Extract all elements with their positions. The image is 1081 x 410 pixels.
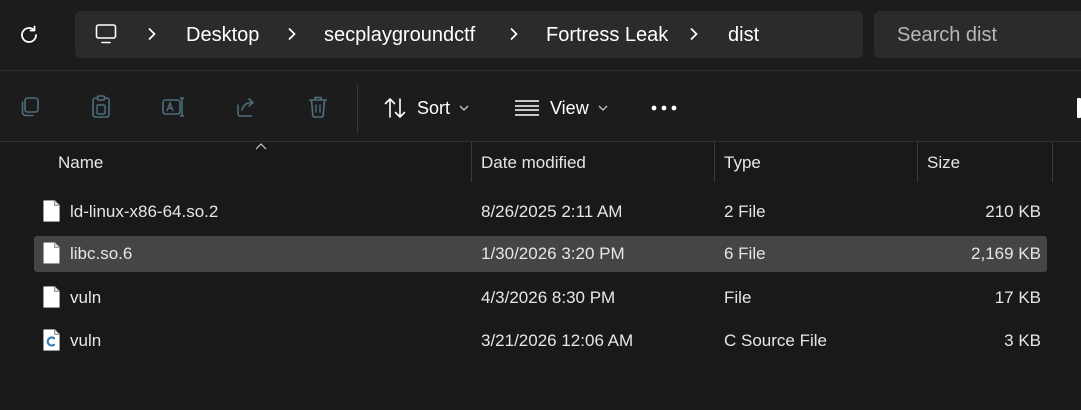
clipboard-icon bbox=[92, 95, 110, 118]
copy-button[interactable] bbox=[17, 94, 43, 120]
file-row[interactable]: vuln 4/3/2026 8:30 PM File 17 KB bbox=[34, 280, 1047, 316]
divider bbox=[0, 141, 1081, 142]
breadcrumb-dist[interactable]: dist bbox=[728, 23, 759, 47]
address-bar[interactable]: Desktop secplaygroundctf Fortress Leak d… bbox=[75, 11, 863, 58]
more-icon bbox=[651, 105, 677, 111]
file-icon bbox=[43, 200, 60, 222]
file-row[interactable]: ld-linux-x86-64.so.2 8/26/2025 2:11 AM 2… bbox=[34, 194, 1047, 230]
sort-ascending-icon bbox=[255, 143, 267, 150]
file-icon bbox=[43, 286, 60, 308]
column-header-name[interactable]: Name bbox=[58, 153, 103, 173]
this-pc-icon[interactable] bbox=[94, 22, 118, 46]
copy-icon bbox=[21, 97, 39, 117]
column-divider[interactable] bbox=[917, 142, 918, 182]
file-size: 3 KB bbox=[1004, 331, 1041, 350]
column-divider[interactable] bbox=[714, 142, 715, 182]
file-type: 2 File bbox=[724, 202, 766, 221]
toolbar-separator bbox=[357, 85, 358, 133]
chevron-down-icon bbox=[459, 105, 469, 111]
chevron-right-icon[interactable] bbox=[687, 24, 701, 44]
file-name: ld-linux-x86-64.so.2 bbox=[70, 202, 219, 221]
file-size: 210 KB bbox=[985, 202, 1041, 221]
view-button[interactable]: View bbox=[514, 95, 608, 121]
file-name: vuln bbox=[70, 288, 102, 307]
search-input[interactable]: Search dist bbox=[897, 23, 997, 47]
chevron-right-icon[interactable] bbox=[285, 24, 299, 44]
file-row-selected[interactable]: libc.so.6 1/30/2026 3:20 PM 6 File 2,169… bbox=[34, 236, 1047, 272]
breadcrumb-fortress-leak[interactable]: Fortress Leak bbox=[546, 23, 668, 47]
delete-button[interactable] bbox=[305, 94, 331, 120]
column-header-date-modified[interactable]: Date modified bbox=[481, 153, 586, 173]
breadcrumb-desktop[interactable]: Desktop bbox=[186, 23, 259, 47]
sort-icon bbox=[384, 98, 406, 118]
share-button[interactable] bbox=[233, 94, 259, 120]
command-bar: Sort View bbox=[0, 71, 1081, 141]
chevron-right-icon[interactable] bbox=[507, 24, 521, 44]
search-box[interactable]: Search dist bbox=[874, 11, 1081, 58]
column-header-size[interactable]: Size bbox=[927, 153, 960, 173]
details-pane-edge[interactable] bbox=[1077, 98, 1081, 118]
column-divider[interactable] bbox=[471, 142, 472, 182]
file-type: C Source File bbox=[724, 331, 827, 350]
file-size: 2,169 KB bbox=[971, 244, 1041, 263]
file-date: 1/30/2026 3:20 PM bbox=[481, 244, 625, 263]
file-row[interactable]: vuln 3/21/2026 12:06 AM C Source File 3 … bbox=[34, 323, 1047, 359]
rename-button[interactable] bbox=[161, 94, 187, 120]
chevron-right-icon[interactable] bbox=[145, 24, 159, 44]
more-options-button[interactable] bbox=[651, 95, 677, 121]
file-type: File bbox=[724, 288, 752, 307]
view-label: View bbox=[550, 97, 589, 118]
file-date: 8/26/2025 2:11 AM bbox=[481, 202, 623, 221]
file-icon bbox=[43, 242, 60, 264]
rename-icon bbox=[162, 97, 184, 117]
share-icon bbox=[237, 98, 254, 117]
column-divider[interactable] bbox=[1052, 142, 1053, 182]
address-bar-row: Desktop secplaygroundctf Fortress Leak d… bbox=[0, 0, 1081, 70]
view-list-icon bbox=[515, 100, 539, 116]
sort-button[interactable]: Sort bbox=[383, 95, 469, 121]
chevron-down-icon bbox=[598, 105, 608, 111]
column-header-type[interactable]: Type bbox=[724, 153, 761, 173]
file-date: 3/21/2026 12:06 AM bbox=[481, 331, 634, 350]
sort-label: Sort bbox=[417, 97, 451, 118]
c-source-file-icon bbox=[43, 329, 60, 351]
file-name: vuln bbox=[70, 331, 102, 350]
file-date: 4/3/2026 8:30 PM bbox=[481, 288, 616, 307]
refresh-button[interactable] bbox=[14, 20, 44, 50]
paste-button[interactable] bbox=[88, 94, 114, 120]
file-size: 17 KB bbox=[994, 288, 1041, 307]
trash-icon bbox=[309, 96, 327, 118]
breadcrumb-secplaygroundctf[interactable]: secplaygroundctf bbox=[324, 23, 475, 47]
refresh-icon bbox=[21, 25, 37, 43]
file-name: libc.so.6 bbox=[70, 244, 133, 263]
file-type: 6 File bbox=[724, 244, 766, 263]
